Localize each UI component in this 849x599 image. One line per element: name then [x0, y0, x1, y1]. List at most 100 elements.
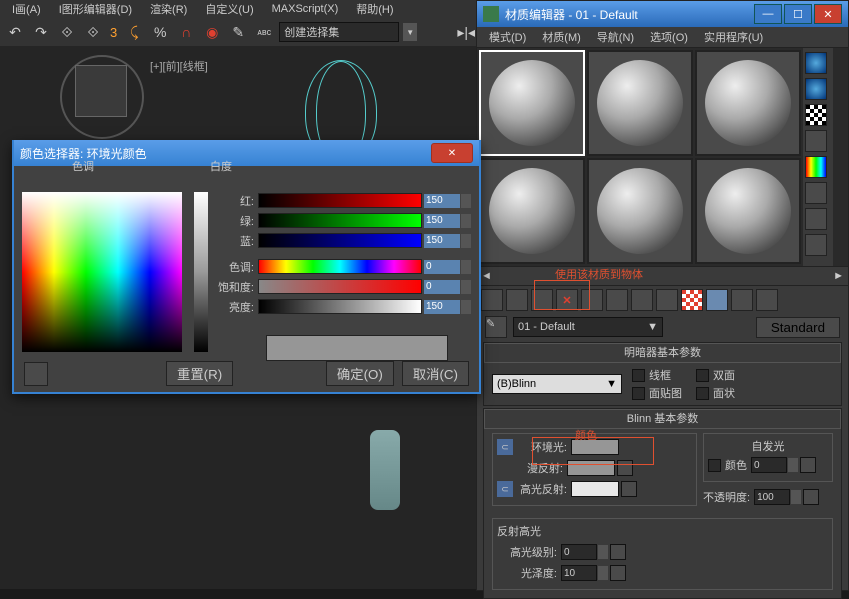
material-type-button[interactable]: Standard: [756, 317, 840, 338]
sample-slot-4[interactable]: [479, 158, 585, 264]
selfillum-value[interactable]: 0: [751, 457, 787, 473]
menu-utilities[interactable]: 实用程序(U): [696, 29, 771, 45]
ambient-lock-icon[interactable]: ⊂: [497, 439, 513, 455]
menu-custom[interactable]: 自定义(U): [197, 1, 261, 17]
shader-rollout-header[interactable]: 明暗器基本参数: [484, 343, 841, 363]
opacity-spinner[interactable]: [791, 490, 801, 504]
checker-bg-icon[interactable]: [805, 104, 827, 126]
faceted-checkbox[interactable]: [696, 387, 709, 400]
sample-scrollbar[interactable]: ◄►: [477, 266, 848, 285]
gloss-spinner[interactable]: [598, 566, 608, 580]
sample-slot-1[interactable]: [479, 50, 585, 156]
green-spinner[interactable]: [461, 214, 471, 228]
red-value[interactable]: 150: [424, 194, 460, 208]
blue-value[interactable]: 150: [424, 234, 460, 248]
specular-color-swatch[interactable]: [571, 481, 619, 497]
color-swatch-preview[interactable]: [266, 335, 448, 361]
menu-gfx[interactable]: I图形编辑器(D): [51, 1, 140, 17]
blue-spinner[interactable]: [461, 234, 471, 248]
facemap-checkbox[interactable]: [632, 387, 645, 400]
spec-level-spinner[interactable]: [598, 545, 608, 559]
backlight-icon[interactable]: [805, 78, 827, 100]
value-strip[interactable]: [194, 192, 208, 352]
hue-saturation-field[interactable]: [22, 192, 182, 352]
video-color-icon[interactable]: [805, 156, 827, 178]
make-unique-icon[interactable]: [606, 289, 628, 311]
spec-level-map-button[interactable]: [610, 544, 626, 560]
hue-spinner[interactable]: [461, 260, 471, 274]
maximize-button[interactable]: ☐: [784, 4, 812, 24]
selfillum-map-button[interactable]: [800, 457, 816, 473]
get-material-icon[interactable]: [481, 289, 503, 311]
put-to-scene-icon[interactable]: [506, 289, 528, 311]
minimize-button[interactable]: —: [754, 4, 782, 24]
material-map-icon[interactable]: [805, 234, 827, 256]
specular-lock-icon[interactable]: ⊂: [497, 481, 513, 497]
pick-material-icon[interactable]: ✎: [485, 316, 507, 338]
sample-slot-6[interactable]: [695, 158, 801, 264]
viewcube[interactable]: [75, 65, 127, 117]
sample-slot-2[interactable]: [587, 50, 693, 156]
mirror-icon[interactable]: ▸|◂: [455, 21, 477, 43]
edit-icon[interactable]: ✎: [227, 21, 249, 43]
reset-button[interactable]: 重置(R): [166, 361, 233, 386]
close-window-button[interactable]: ✕: [814, 4, 842, 24]
viewport-label[interactable]: [+][前][线框]: [150, 58, 208, 74]
sat-spinner[interactable]: [461, 280, 471, 294]
selfillum-color-checkbox[interactable]: [708, 459, 721, 472]
wireframe-checkbox[interactable]: [632, 369, 645, 382]
object-gizmo[interactable]: [370, 430, 400, 510]
redo-icon[interactable]: ↷: [30, 21, 52, 43]
gloss-value[interactable]: 10: [561, 565, 597, 581]
val-spinner[interactable]: [461, 300, 471, 314]
spec-level-value[interactable]: 0: [561, 544, 597, 560]
menu-anim[interactable]: I画(A): [4, 1, 49, 17]
val-value[interactable]: 150: [424, 300, 460, 314]
blue-slider[interactable]: [258, 233, 422, 248]
material-title-bar[interactable]: 材质编辑器 - 01 - Default — ☐ ✕: [477, 1, 848, 27]
blinn-rollout-header[interactable]: Blinn 基本参数: [484, 409, 841, 429]
put-to-library-icon[interactable]: [631, 289, 653, 311]
menu-mode[interactable]: 模式(D): [481, 29, 534, 45]
material-id-icon[interactable]: [656, 289, 678, 311]
close-button[interactable]: ✕: [431, 143, 473, 163]
selection-set-dropdown[interactable]: 创建选择集: [279, 22, 399, 42]
cancel-button[interactable]: 取消(C): [402, 361, 469, 386]
sample-uv-icon[interactable]: [805, 130, 827, 152]
spinner-icon[interactable]: ◉: [201, 21, 223, 43]
selfillum-spinner[interactable]: [788, 458, 798, 472]
red-spinner[interactable]: [461, 194, 471, 208]
go-forward-icon[interactable]: [756, 289, 778, 311]
menu-material[interactable]: 材质(M): [534, 29, 589, 45]
saturation-slider[interactable]: [258, 279, 422, 294]
opacity-map-button[interactable]: [803, 489, 819, 505]
undo-icon[interactable]: ↶: [4, 21, 26, 43]
percent-icon[interactable]: %: [149, 21, 171, 43]
dropdown-arrow-icon[interactable]: ▼: [403, 23, 417, 41]
options-icon[interactable]: [805, 208, 827, 230]
menu-help[interactable]: 帮助(H): [348, 1, 401, 17]
sat-value[interactable]: 0: [424, 280, 460, 294]
eyedropper-button[interactable]: [24, 362, 48, 386]
value-slider[interactable]: [258, 299, 422, 314]
preview-icon[interactable]: [805, 182, 827, 204]
material-name-field[interactable]: 01 - Default▼: [513, 317, 663, 337]
show-map-icon[interactable]: [681, 289, 703, 311]
menu-render[interactable]: 渲染(R): [142, 1, 195, 17]
shader-dropdown[interactable]: (B)Blinn▼: [492, 374, 622, 394]
twosided-checkbox[interactable]: [696, 369, 709, 382]
link-icon[interactable]: ⟐: [56, 21, 78, 43]
go-to-parent-icon[interactable]: [731, 289, 753, 311]
show-end-result-icon[interactable]: [706, 289, 728, 311]
sample-slot-5[interactable]: [587, 158, 693, 264]
opacity-value[interactable]: 100: [754, 489, 790, 505]
gloss-map-button[interactable]: [610, 565, 626, 581]
magnet-icon[interactable]: ∩: [175, 21, 197, 43]
red-slider[interactable]: [258, 193, 422, 208]
abc-icon[interactable]: ᴀʙᴄ: [253, 21, 275, 43]
green-slider[interactable]: [258, 213, 422, 228]
menu-nav[interactable]: 导航(N): [589, 29, 642, 45]
angle-icon[interactable]: ⤹: [123, 21, 145, 43]
hue-value[interactable]: 0: [424, 260, 460, 274]
hue-slider[interactable]: [258, 259, 422, 274]
